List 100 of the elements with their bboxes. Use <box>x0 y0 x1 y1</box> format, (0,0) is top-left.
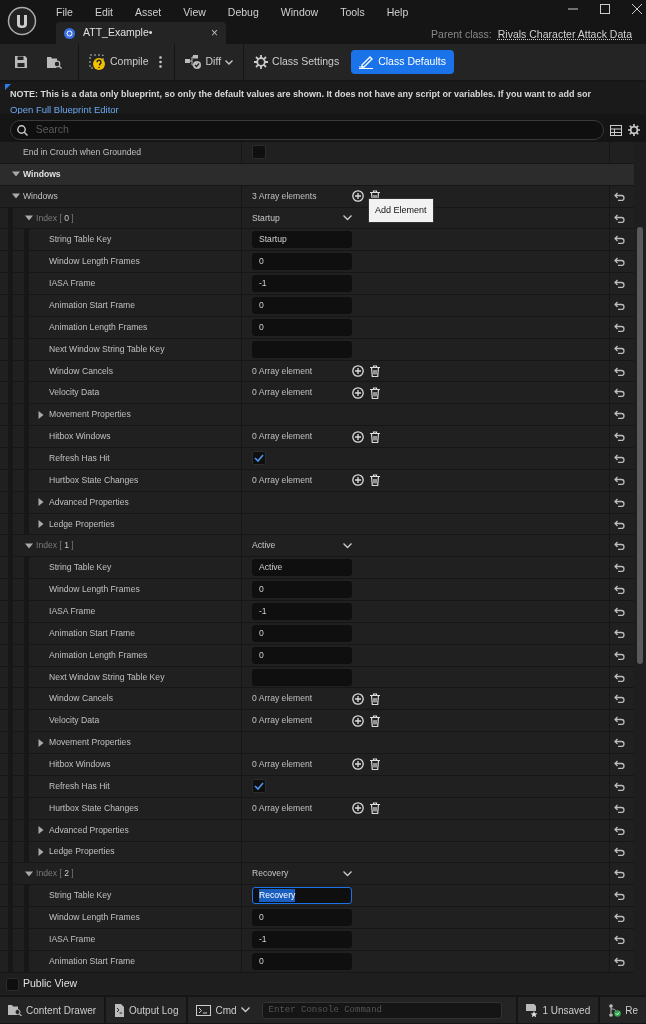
menu-item[interactable]: Tools <box>340 4 374 20</box>
expand-arrow-icon[interactable] <box>38 520 44 529</box>
reset-button[interactable] <box>613 803 625 813</box>
reset-button[interactable] <box>613 191 625 201</box>
collapse-arrow-icon[interactable] <box>25 870 33 877</box>
add-element-button[interactable] <box>352 365 364 377</box>
scrollbar[interactable] <box>634 142 646 973</box>
maximize-icon[interactable] <box>600 4 610 14</box>
reset-button[interactable] <box>613 257 625 267</box>
reset-button[interactable] <box>613 913 625 922</box>
revision-control-button[interactable]: Re <box>600 997 646 1023</box>
reset-button[interactable] <box>613 650 625 660</box>
reset-button[interactable] <box>613 738 625 748</box>
reset-button[interactable] <box>613 628 625 638</box>
defaults-button[interactable]: Class Defaults <box>351 50 454 74</box>
text-field[interactable]: -1 <box>252 602 352 620</box>
reset-button[interactable] <box>613 934 625 944</box>
expand-arrow-icon[interactable] <box>38 847 44 856</box>
expand-arrow-icon[interactable] <box>38 738 44 747</box>
add-element-button[interactable] <box>352 714 364 727</box>
text-field[interactable]: 0 <box>252 909 352 926</box>
table-view-icon[interactable] <box>610 124 622 136</box>
diff-button[interactable]: Diff <box>178 50 240 74</box>
reset-button[interactable] <box>613 235 625 245</box>
parent-class-link[interactable]: Rivals Character Attack Data <box>497 27 632 43</box>
text-field[interactable]: 0 <box>252 952 352 970</box>
reset-button[interactable] <box>613 869 625 879</box>
reset-button[interactable] <box>613 322 625 332</box>
unsaved-button[interactable]: 1 Unsaved <box>518 997 599 1023</box>
add-element-button[interactable] <box>352 190 364 203</box>
menu-item[interactable]: Help <box>386 4 418 20</box>
save-button[interactable] <box>14 55 28 69</box>
expand-arrow-icon[interactable] <box>38 410 44 419</box>
remove-all-button[interactable] <box>370 714 380 727</box>
text-field[interactable]: Active <box>252 559 352 577</box>
reset-button[interactable] <box>613 672 625 682</box>
reset-button[interactable] <box>613 760 625 769</box>
text-field[interactable]: 0 <box>252 253 352 271</box>
reset-button[interactable] <box>613 475 625 485</box>
checkbox[interactable] <box>252 779 266 794</box>
reset-button[interactable] <box>613 213 625 223</box>
add-element-button[interactable] <box>352 802 364 815</box>
collapse-arrow-icon[interactable] <box>25 215 33 221</box>
expand-arrow-icon[interactable] <box>38 826 44 835</box>
tab-close-button[interactable]: × <box>211 24 218 42</box>
remove-all-button[interactable] <box>370 692 380 705</box>
add-element-button[interactable] <box>352 758 364 771</box>
text-field[interactable]: -1 <box>252 930 352 948</box>
text-field[interactable]: 0 <box>252 581 352 599</box>
reset-button[interactable] <box>613 847 625 857</box>
content-drawer-button[interactable]: Content Drawer <box>0 997 105 1023</box>
close-icon[interactable] <box>632 4 642 14</box>
remove-all-button[interactable] <box>370 365 380 377</box>
add-element-button[interactable] <box>352 474 364 487</box>
remove-all-button[interactable] <box>370 802 380 815</box>
document-tab[interactable]: ATT_Example• × <box>56 22 226 44</box>
remove-all-button[interactable] <box>370 758 380 771</box>
menu-item[interactable]: Debug <box>227 4 268 20</box>
settings-icon[interactable] <box>628 124 640 136</box>
checkbox[interactable] <box>252 145 266 160</box>
reset-button[interactable] <box>613 541 625 551</box>
text-field[interactable]: Startup <box>252 231 352 249</box>
settings-button[interactable]: Class Settings <box>248 50 346 74</box>
console-input[interactable]: Enter Console Command <box>261 1001 503 1019</box>
reset-button[interactable] <box>613 432 625 442</box>
reset-button[interactable] <box>613 891 625 901</box>
text-field[interactable]: 0 <box>252 646 352 664</box>
text-field[interactable]: -1 <box>252 275 352 293</box>
reset-button[interactable] <box>613 300 625 310</box>
reset-button[interactable] <box>613 585 625 595</box>
reset-button[interactable] <box>613 453 625 463</box>
cmd-dropdown[interactable]: Cmd <box>188 997 258 1023</box>
menu-item[interactable]: Window <box>280 4 328 20</box>
add-element-button[interactable] <box>352 386 364 399</box>
reset-button[interactable] <box>613 279 625 289</box>
reset-button[interactable] <box>613 694 625 704</box>
public-view-checkbox[interactable] <box>6 977 19 991</box>
value-dropdown[interactable]: Active <box>252 539 352 553</box>
output-log-button[interactable]: Output Log <box>106 997 187 1023</box>
menu-item[interactable]: Edit <box>94 4 122 20</box>
text-field[interactable]: 0 <box>252 318 352 336</box>
more-options-icon[interactable] <box>158 56 162 68</box>
collapse-arrow-icon[interactable] <box>25 542 33 549</box>
browse-button[interactable] <box>46 55 62 69</box>
remove-all-button[interactable] <box>370 430 380 443</box>
reset-button[interactable] <box>613 563 625 573</box>
value-dropdown[interactable]: Recovery <box>252 867 352 881</box>
menu-item[interactable]: Asset <box>135 4 171 20</box>
menu-item[interactable]: View <box>183 4 215 20</box>
reset-button[interactable] <box>613 956 625 966</box>
collapse-arrow-icon[interactable] <box>12 171 20 178</box>
checkbox[interactable] <box>252 451 266 466</box>
collapse-arrow-icon[interactable] <box>12 193 20 200</box>
remove-all-button[interactable] <box>370 386 380 399</box>
reset-button[interactable] <box>613 825 625 835</box>
menu-item[interactable]: File <box>56 4 82 20</box>
value-dropdown[interactable]: Startup <box>252 211 352 225</box>
reset-button[interactable] <box>613 781 625 791</box>
text-field[interactable]: 0 <box>252 296 352 314</box>
expand-arrow-icon[interactable] <box>38 498 44 507</box>
